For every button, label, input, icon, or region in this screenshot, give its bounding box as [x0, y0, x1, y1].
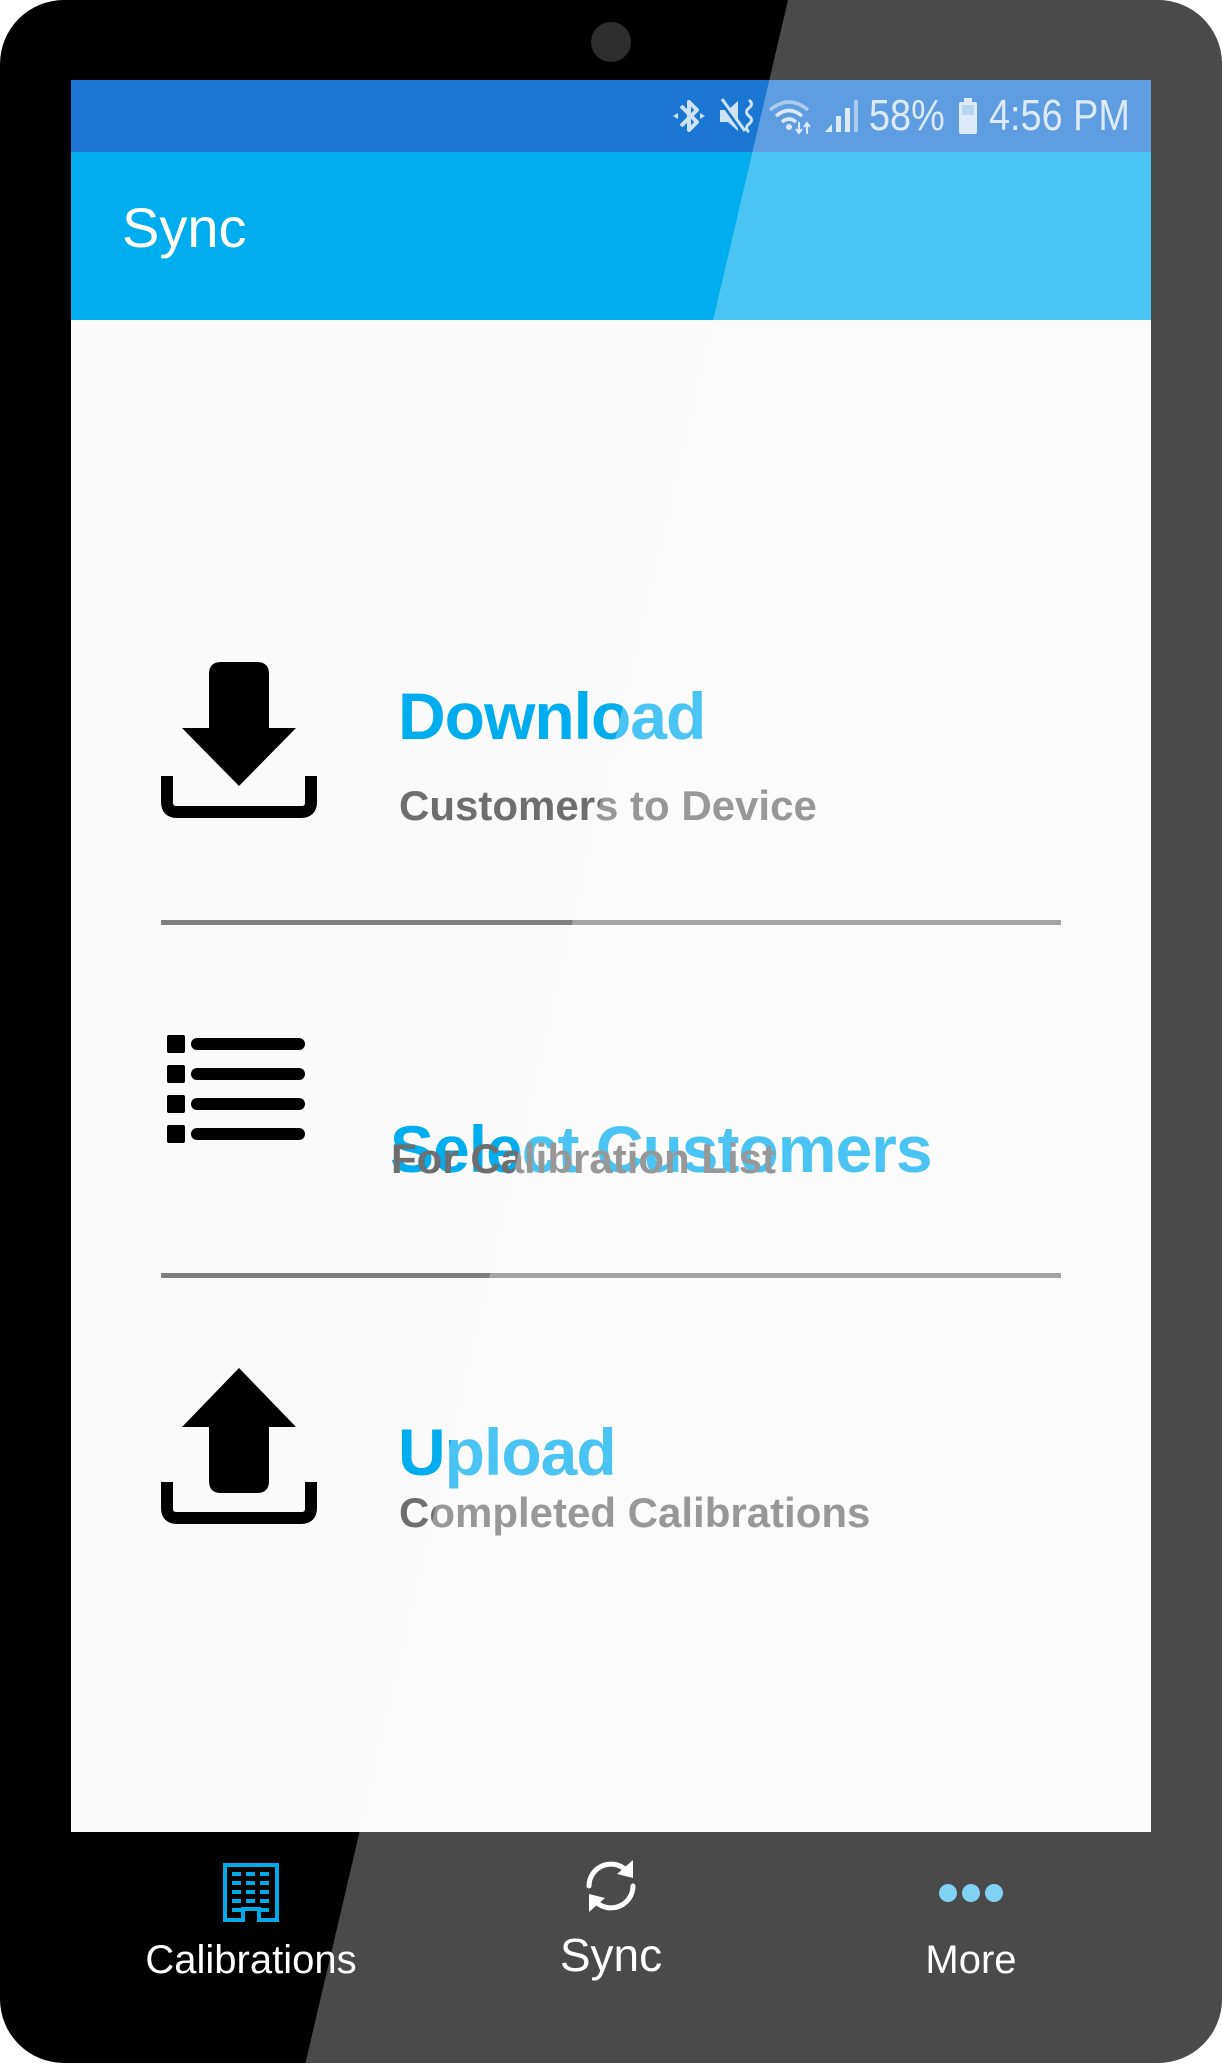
sync-icon: [586, 1860, 636, 1912]
divider: [161, 920, 1061, 925]
divider: [161, 1273, 1061, 1278]
tab-label-calibrations: Calibrations: [145, 1938, 357, 1982]
battery-icon: [959, 98, 978, 134]
mute-vibrate-icon: [718, 98, 754, 134]
download-action[interactable]: Download Customers to Device: [71, 640, 1151, 940]
bluetooth-icon: [673, 100, 706, 132]
app-bar: Sync: [71, 152, 1151, 320]
signal-icon: [825, 100, 859, 132]
app-screen: 58% 4:56 PM Sync Download Customers to D…: [71, 80, 1151, 1832]
bottom-nav: Calibrations Sync More: [71, 1832, 1151, 2000]
tab-label-more: More: [925, 1938, 1017, 1982]
list-icon: [167, 1035, 305, 1143]
more-dots-icon: [939, 1884, 1003, 1902]
wifi-icon: [768, 100, 811, 135]
select-customers-subtitle: For Calibration List: [391, 1135, 777, 1182]
status-bar: 58% 4:56 PM: [71, 80, 1151, 152]
status-indicators: 58% 4:56 PM: [671, 90, 1131, 142]
clock: 4:56 PM: [989, 91, 1131, 140]
front-camera: [591, 22, 631, 62]
tab-calibrations[interactable]: Calibrations: [71, 1832, 431, 2000]
building-icon: [223, 1863, 279, 1922]
battery-percent: 58%: [869, 91, 945, 140]
device-frame: 58% 4:56 PM Sync Download Customers to D…: [0, 0, 1222, 2063]
upload-title: Upload: [398, 1415, 617, 1489]
upload-icon: [161, 1368, 317, 1524]
tab-label-sync: Sync: [559, 1929, 663, 1981]
select-customers-action[interactable]: Select Customers For Calibration List: [71, 1010, 1151, 1310]
download-title: Download: [398, 679, 706, 753]
upload-action[interactable]: Upload Completed Calibrations: [71, 1360, 1151, 1660]
tab-sync[interactable]: Sync: [431, 1832, 791, 2000]
tab-more[interactable]: More: [791, 1832, 1151, 2000]
download-subtitle: Customers to Device: [399, 782, 817, 829]
download-icon: [161, 662, 317, 818]
page-title: Sync: [122, 196, 247, 259]
upload-subtitle: Completed Calibrations: [399, 1489, 871, 1536]
